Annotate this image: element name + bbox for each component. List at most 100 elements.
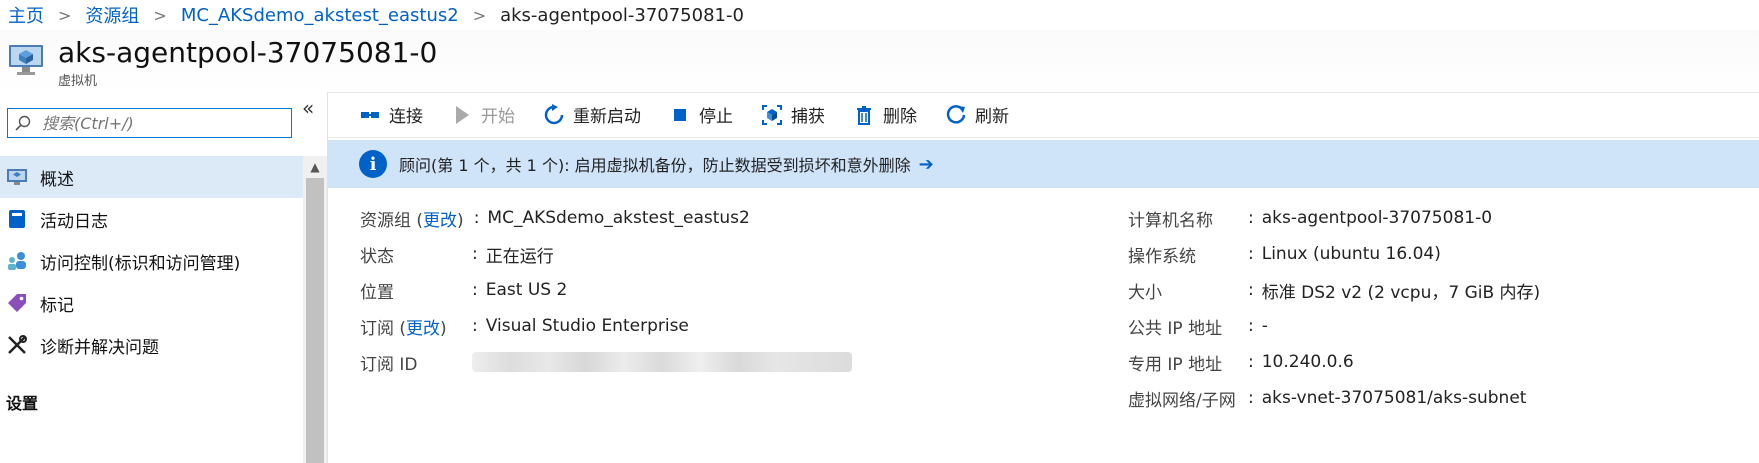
- page-subtitle: 虚拟机: [58, 74, 98, 89]
- scrollbar-thumb[interactable]: [306, 178, 324, 463]
- sidebar-item-diagnose[interactable]: 诊断并解决问题: [0, 324, 303, 366]
- breadcrumb-home[interactable]: 主页: [8, 2, 44, 28]
- chevron-right-icon: >: [153, 5, 167, 25]
- sidebar-item-label: 访问控制(标识和访问管理): [40, 253, 241, 274]
- arrow-right-icon[interactable]: ➔: [919, 154, 934, 175]
- sidebar-item-tags[interactable]: 标记: [0, 282, 303, 324]
- monitor-icon: [6, 166, 28, 188]
- resource-group-link[interactable]: MC_AKSdemo_akstest_eastus2: [487, 208, 749, 228]
- subscription-link[interactable]: Visual Studio Enterprise: [486, 316, 689, 336]
- property-os: 操作系统 : Linux (ubuntu 16.04): [1128, 236, 1540, 272]
- scroll-up-icon[interactable]: ▲: [303, 156, 327, 178]
- status-value: 正在运行: [485, 246, 554, 267]
- page-title: aks-agentpool-37075081-0: [58, 36, 438, 69]
- separator: :: [472, 244, 478, 264]
- separator: :: [1248, 208, 1254, 228]
- sidebar-item-label: 标记: [40, 295, 74, 316]
- stop-icon: [674, 108, 686, 121]
- property-subscription-id: 订阅 ID: [360, 344, 852, 380]
- delete-label: 删除: [883, 107, 917, 127]
- chevron-right-icon: >: [472, 5, 487, 25]
- play-icon: [456, 105, 469, 124]
- capture-label: 捕获: [791, 107, 825, 127]
- restart-label: 重新启动: [573, 107, 641, 127]
- separator: :: [1248, 280, 1254, 300]
- search-input[interactable]: [40, 112, 264, 134]
- separator: :: [1248, 352, 1254, 372]
- breadcrumb-current: aks-agentpool-37075081-0: [500, 4, 744, 26]
- private-ip-value: 10.240.0.6: [1261, 352, 1354, 372]
- property-vnet: 虚拟网络/子网 : aks-vnet-37075081/aks-subnet: [1128, 380, 1540, 416]
- change-resource-group-link[interactable]: 更改: [423, 211, 457, 231]
- sidebar-item-label: 诊断并解决问题: [40, 337, 159, 358]
- info-icon: i: [359, 150, 387, 178]
- refresh-icon: [946, 104, 966, 124]
- stop-label: 停止: [699, 107, 733, 127]
- chevron-right-icon: >: [58, 5, 72, 25]
- change-subscription-link[interactable]: 更改: [406, 319, 440, 339]
- separator: :: [1248, 388, 1254, 408]
- size-value: 标准 DS2 v2 (2 vcpu，7 GiB 内存): [1261, 282, 1541, 303]
- property-location: 位置 : East US 2: [360, 272, 852, 308]
- capture-button[interactable]: 捕获: [761, 102, 825, 127]
- command-toolbar: 连接 开始 重新启动 停止 捕获 删除 刷新: [327, 92, 1759, 138]
- property-label: 虚拟网络/子网: [1128, 390, 1236, 411]
- connect-label: 连接: [389, 107, 423, 127]
- separator: :: [1248, 244, 1254, 264]
- search-box[interactable]: [7, 108, 292, 138]
- sidebar-section-settings: 设置: [6, 394, 39, 413]
- breadcrumb-resource-group[interactable]: MC_AKSdemo_akstest_eastus2: [181, 5, 459, 26]
- sidebar-item-activity-log[interactable]: 活动日志: [0, 198, 303, 240]
- page-header: aks-agentpool-37075081-0 虚拟机: [0, 30, 1759, 93]
- property-computer-name: 计算机名称 : aks-agentpool-37075081-0: [1128, 200, 1540, 236]
- refresh-label: 刷新: [975, 107, 1009, 127]
- sidebar-scrollbar[interactable]: ▲: [303, 156, 327, 463]
- sidebar-item-label: 概述: [40, 169, 74, 190]
- refresh-button[interactable]: 刷新: [945, 102, 1009, 127]
- sidebar-item-access-control[interactable]: 访问控制(标识和访问管理): [0, 240, 303, 282]
- collapse-sidebar-button[interactable]: «: [302, 96, 314, 120]
- start-label: 开始: [481, 107, 515, 127]
- wrench-icon: [6, 334, 28, 356]
- connect-icon: [361, 111, 379, 118]
- start-button[interactable]: 开始: [451, 102, 515, 127]
- separator: :: [1248, 316, 1254, 336]
- property-status: 状态 : 正在运行: [360, 236, 852, 272]
- log-icon: [6, 208, 28, 230]
- property-label: 专用 IP 地址: [1128, 354, 1223, 375]
- stop-button[interactable]: 停止: [669, 102, 733, 127]
- separator: :: [473, 208, 480, 228]
- separator: :: [472, 280, 478, 300]
- separator: :: [472, 316, 478, 336]
- vnet-subnet-link[interactable]: aks-vnet-37075081/aks-subnet: [1262, 388, 1527, 408]
- property-public-ip: 公共 IP 地址 : -: [1128, 308, 1540, 344]
- delete-button[interactable]: 删除: [853, 102, 917, 127]
- breadcrumb-resource-groups[interactable]: 资源组: [85, 2, 139, 28]
- essentials-right: 计算机名称 : aks-agentpool-37075081-0 操作系统 : …: [1128, 200, 1540, 416]
- advisor-banner[interactable]: i 顾问(第 1 个，共 1 个): 启用虚拟机备份，防止数据受到损坏和意外删除…: [327, 140, 1759, 188]
- advisor-banner-text: 顾问(第 1 个，共 1 个): 启用虚拟机备份，防止数据受到损坏和意外删除: [399, 156, 911, 175]
- search-icon: [15, 115, 31, 131]
- property-label: 订阅 (更改): [360, 318, 447, 339]
- property-label: 操作系统: [1128, 246, 1196, 267]
- sidebar-nav: 概述 活动日志 访问控制(标识和访问管理) 标记 诊断并解决问题: [0, 156, 303, 366]
- sidebar-item-overview[interactable]: 概述: [0, 156, 303, 198]
- property-label: 位置: [360, 282, 394, 303]
- location-value: East US 2: [485, 280, 568, 300]
- property-label: 资源组 (更改): [360, 210, 464, 231]
- property-label: 状态: [360, 246, 394, 267]
- property-label: 计算机名称: [1128, 210, 1213, 231]
- capture-icon: [762, 104, 782, 125]
- property-subscription: 订阅 (更改) : Visual Studio Enterprise: [360, 308, 852, 344]
- connect-button[interactable]: 连接: [359, 102, 423, 127]
- sidebar: « 概述 活动日志 访问控制(标识和访问管理) 标记: [0, 92, 328, 463]
- breadcrumb: 主页 > 资源组 > MC_AKSdemo_akstest_eastus2 > …: [8, 0, 744, 30]
- essentials-left: 资源组 (更改) : MC_AKSdemo_akstest_eastus2 状态…: [360, 200, 852, 380]
- virtual-machine-icon: [9, 45, 43, 75]
- restart-icon: [544, 103, 564, 124]
- property-private-ip: 专用 IP 地址 : 10.240.0.6: [1128, 344, 1540, 380]
- public-ip-value: -: [1261, 316, 1268, 336]
- restart-button[interactable]: 重新启动: [543, 102, 641, 127]
- sidebar-item-label: 活动日志: [40, 211, 108, 232]
- property-label: 公共 IP 地址: [1128, 318, 1223, 339]
